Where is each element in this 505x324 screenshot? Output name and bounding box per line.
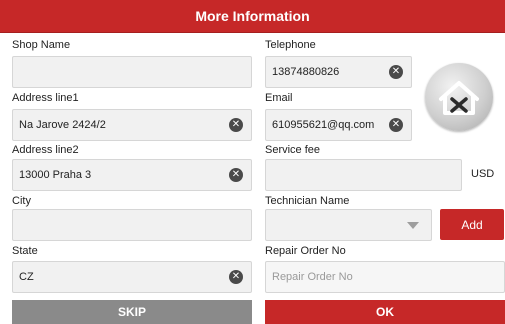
state-field[interactable]: CZ ✕	[12, 261, 252, 293]
state-label: State	[12, 245, 38, 257]
city-label: City	[12, 195, 31, 207]
city-field[interactable]	[12, 209, 252, 241]
clear-icon[interactable]: ✕	[229, 168, 243, 182]
service-fee-label: Service fee	[265, 144, 321, 156]
repair-order-label: Repair Order No	[265, 245, 346, 257]
currency-unit: USD	[471, 168, 495, 180]
technician-select[interactable]	[265, 209, 432, 241]
dialog-title: More Information	[195, 8, 310, 24]
clear-icon[interactable]: ✕	[229, 118, 243, 132]
clear-icon[interactable]: ✕	[389, 65, 403, 79]
chevron-down-icon	[407, 222, 419, 229]
telephone-label: Telephone	[265, 39, 316, 51]
shop-name-label: Shop Name	[12, 39, 71, 51]
clear-icon[interactable]: ✕	[229, 270, 243, 284]
skip-button[interactable]: SKIP	[12, 300, 252, 324]
address1-label: Address line1	[12, 92, 79, 104]
dialog-header: More Information	[0, 0, 505, 33]
email-label: Email	[265, 92, 293, 104]
ok-button[interactable]: OK	[265, 300, 505, 324]
state-value: CZ	[19, 271, 34, 283]
add-technician-button[interactable]: Add	[440, 209, 504, 240]
address1-value: Na Jarove 2424/2	[19, 119, 106, 131]
telephone-value: 13874880826	[272, 66, 340, 78]
service-fee-field[interactable]	[265, 159, 462, 191]
address2-field[interactable]: 13000 Praha 3 ✕	[12, 159, 252, 191]
telephone-field[interactable]: 13874880826 ✕	[265, 56, 412, 88]
address2-value: 13000 Praha 3	[19, 169, 92, 181]
home-repair-icon	[425, 63, 493, 131]
email-field[interactable]: 610955621@qq.com ✕	[265, 109, 412, 141]
clear-icon[interactable]: ✕	[389, 118, 403, 132]
email-value: 610955621@qq.com	[272, 119, 375, 131]
technician-label: Technician Name	[265, 195, 350, 207]
address2-label: Address line2	[12, 144, 79, 156]
address1-field[interactable]: Na Jarove 2424/2 ✕	[12, 109, 252, 141]
repair-order-placeholder: Repair Order No	[272, 271, 353, 283]
shop-name-field[interactable]	[12, 56, 252, 88]
repair-order-field[interactable]: Repair Order No	[265, 261, 505, 293]
